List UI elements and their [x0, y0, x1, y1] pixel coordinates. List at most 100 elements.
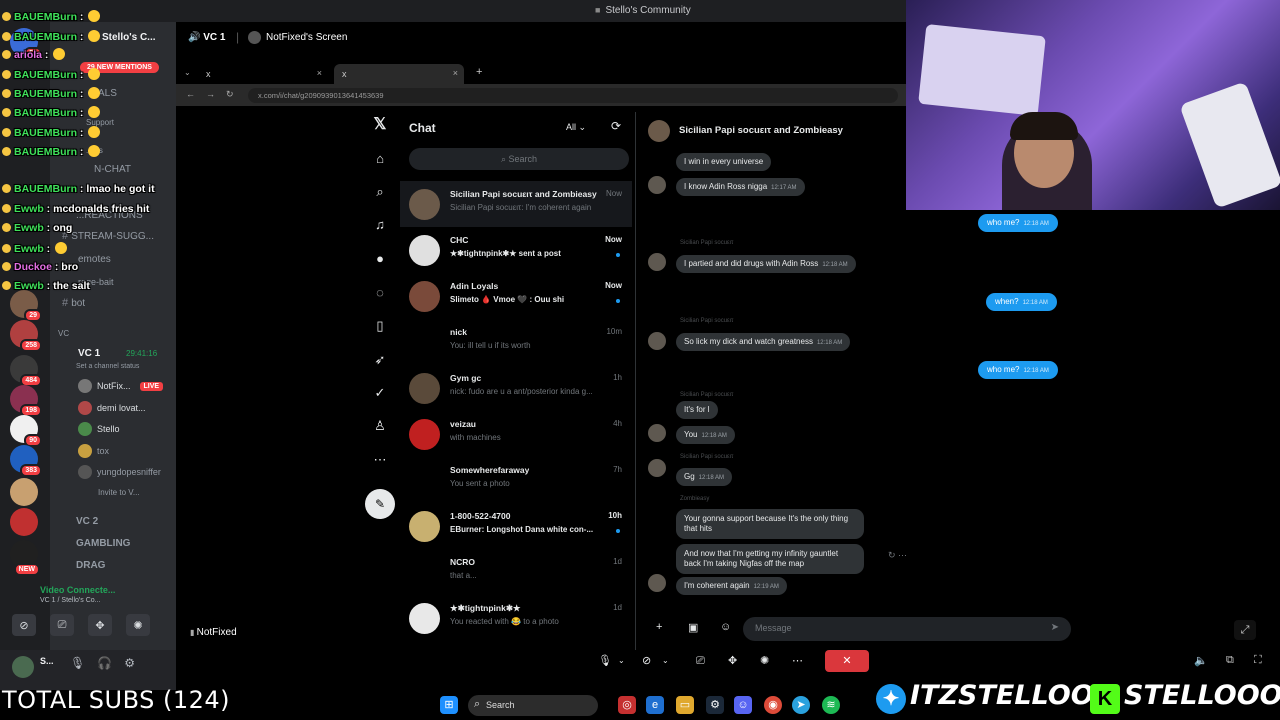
- conversation-item[interactable]: 1-800-522-4700 EBurner: Longshot Dana whi…: [400, 503, 632, 549]
- app-icon[interactable]: ◎: [618, 696, 636, 714]
- edge-icon[interactable]: e: [646, 696, 664, 714]
- windows-start-icon[interactable]: ⊞: [440, 696, 458, 714]
- refresh-icon[interactable]: ⟳: [611, 119, 621, 133]
- camera-off-icon[interactable]: ⊘: [12, 614, 36, 636]
- conversation-title[interactable]: Sicilian Papi socuειτ and Zombieasy: [679, 125, 843, 136]
- activities-icon[interactable]: ✥: [88, 614, 112, 636]
- received-message[interactable]: I partied and did drugs with Adin Ross 12…: [676, 255, 856, 273]
- conversation-item[interactable]: Somewherefaraway You sent a photo 7h: [400, 457, 632, 503]
- received-message[interactable]: So lick my dick and watch greatness 12:18…: [676, 333, 851, 351]
- sent-message[interactable]: when? 12:18 AM: [986, 293, 1057, 311]
- url-field[interactable]: x.com/i/chat/g2090939013641453639: [248, 88, 898, 103]
- received-message[interactable]: And now that I'm getting my infinity gau…: [676, 544, 864, 574]
- message-input[interactable]: Message ➤: [743, 617, 1071, 641]
- chat-icon[interactable]: ●: [371, 250, 389, 268]
- chevron-down-icon[interactable]: ⌄: [618, 650, 625, 672]
- server-icon[interactable]: 258: [10, 320, 42, 352]
- x-logo-icon[interactable]: 𝕏: [371, 116, 389, 134]
- compose-button[interactable]: ✎: [365, 489, 395, 519]
- received-message[interactable]: Gg 12:18 AM: [676, 468, 733, 486]
- notifications-icon[interactable]: ♫: [371, 216, 389, 234]
- headphones-icon[interactable]: 🎧: [97, 656, 112, 670]
- conversation-item[interactable]: veizau with machines 4h: [400, 411, 632, 457]
- tab-list-chevron-icon[interactable]: ⌄: [184, 68, 191, 77]
- more-icon[interactable]: ⋯: [371, 451, 389, 469]
- voice-user[interactable]: NotFix... LIVE: [78, 377, 164, 395]
- home-icon[interactable]: ⌂: [371, 150, 389, 168]
- close-icon[interactable]: ×: [453, 68, 458, 78]
- send-icon[interactable]: ➤: [1051, 622, 1059, 633]
- invite-to-voice[interactable]: Invite to V...: [98, 488, 140, 497]
- voice-user[interactable]: demi lovat...: [78, 399, 146, 417]
- spotify-icon[interactable]: ≋: [822, 696, 840, 714]
- taskbar-search[interactable]: Search: [468, 695, 598, 716]
- emoji-icon[interactable]: ☺: [720, 621, 731, 633]
- premium-icon[interactable]: ➶: [371, 351, 389, 369]
- conversation-item[interactable]: NCRO that a... 1d: [400, 549, 632, 595]
- sent-message[interactable]: who me? 12:18 AM: [978, 214, 1058, 232]
- fullscreen-icon[interactable]: ⛶: [1254, 654, 1262, 667]
- sent-message[interactable]: who me? 12:18 AM: [978, 361, 1058, 379]
- discord-icon[interactable]: ☺: [734, 696, 752, 714]
- voice-user[interactable]: yungdopesniffer: [78, 463, 161, 481]
- camera-off-icon[interactable]: ⊘: [642, 650, 651, 672]
- soundboard-icon[interactable]: ✺: [126, 614, 150, 636]
- conversation-item[interactable]: Sicilian Papi socuειτ and Zombieasy Sicil…: [400, 181, 632, 227]
- category-vc[interactable]: VC: [58, 329, 69, 338]
- reload-icon[interactable]: ↻: [226, 89, 234, 100]
- server-icon[interactable]: 198: [10, 385, 42, 417]
- received-message[interactable]: I know Adin Ross nigga 12:17 AM: [676, 178, 805, 196]
- received-message[interactable]: I'm coherent again 12:19 AM: [676, 577, 787, 595]
- folder-icon[interactable]: ▭: [676, 696, 694, 714]
- activities-icon[interactable]: ✥: [728, 650, 737, 672]
- server-icon[interactable]: 484: [10, 355, 42, 387]
- filter-dropdown[interactable]: All ⌄: [566, 122, 586, 133]
- gear-icon[interactable]: ⚙: [124, 656, 135, 670]
- more-icon[interactable]: ⋯: [792, 650, 803, 672]
- add-icon[interactable]: +: [656, 621, 662, 633]
- server-icon[interactable]: [10, 478, 38, 506]
- bookmark-icon[interactable]: ▯: [371, 317, 389, 335]
- message-actions-icon[interactable]: ↻ ⋯: [888, 550, 907, 561]
- grok-icon[interactable]: ◌: [371, 284, 389, 302]
- soundboard-icon[interactable]: ✺: [760, 650, 769, 672]
- close-icon[interactable]: ×: [317, 68, 322, 78]
- server-icon[interactable]: 383: [10, 445, 42, 477]
- screen-share-icon[interactable]: ⎚: [50, 614, 74, 636]
- received-message[interactable]: I win in every universe: [676, 153, 772, 171]
- chevron-down-icon[interactable]: ⌄: [662, 650, 669, 672]
- back-icon[interactable]: ←: [186, 89, 195, 99]
- mic-icon[interactable]: 🎙: [70, 656, 85, 670]
- telegram-icon[interactable]: ➤: [792, 696, 810, 714]
- screen-share-icon[interactable]: ⎚: [696, 650, 705, 672]
- voice-channel-vc1[interactable]: VC 1: [78, 348, 100, 359]
- channel-status-input[interactable]: Set a channel status: [76, 363, 139, 370]
- chrome-icon[interactable]: ◉: [764, 696, 782, 714]
- server-icon[interactable]: NEW: [10, 540, 40, 576]
- conversation-item[interactable]: Adin Loyals Slimeto 🩸 Vmoe 🖤 : Ouu shi Now: [400, 273, 632, 319]
- received-message[interactable]: You 12:18 AM: [676, 426, 735, 444]
- new-tab-icon[interactable]: +: [476, 66, 482, 78]
- volume-icon[interactable]: 🔈: [1194, 654, 1208, 667]
- conversation-item[interactable]: ★✱tightnpink✱★ You reacted with 😂 to a ph…: [400, 595, 632, 641]
- gif-icon[interactable]: ▣: [688, 621, 698, 634]
- received-message[interactable]: Your gonna support because It's the only…: [676, 509, 864, 539]
- conversation-item[interactable]: Gym gc nick: fudo are u a ant/posterior k…: [400, 365, 632, 411]
- voice-channel-gambling[interactable]: GAMBLING: [76, 538, 130, 549]
- forward-icon[interactable]: →: [206, 89, 215, 99]
- popout-icon[interactable]: ⧉: [1226, 654, 1234, 667]
- voice-channel-vc2[interactable]: VC 2: [76, 516, 98, 527]
- server-icon[interactable]: 90: [10, 415, 42, 447]
- mic-icon[interactable]: 🎙: [598, 650, 612, 672]
- profile-icon[interactable]: ♙: [371, 417, 389, 435]
- voice-user[interactable]: tox: [78, 442, 109, 460]
- server-icon[interactable]: [10, 508, 38, 536]
- conversation-item[interactable]: nick You: ill tell u if its worth 10m: [400, 319, 632, 365]
- browser-tab[interactable]: x ×: [198, 64, 328, 84]
- verified-icon[interactable]: ✓: [371, 384, 389, 402]
- browser-tab-active[interactable]: x ×: [334, 64, 464, 84]
- username[interactable]: S...: [40, 656, 54, 666]
- conversation-item[interactable]: CHC ★✱tightnpink✱★ sent a post Now: [400, 227, 632, 273]
- search-input[interactable]: ⌕ Search: [409, 148, 629, 170]
- voice-channel-drag[interactable]: DRAG: [76, 560, 105, 571]
